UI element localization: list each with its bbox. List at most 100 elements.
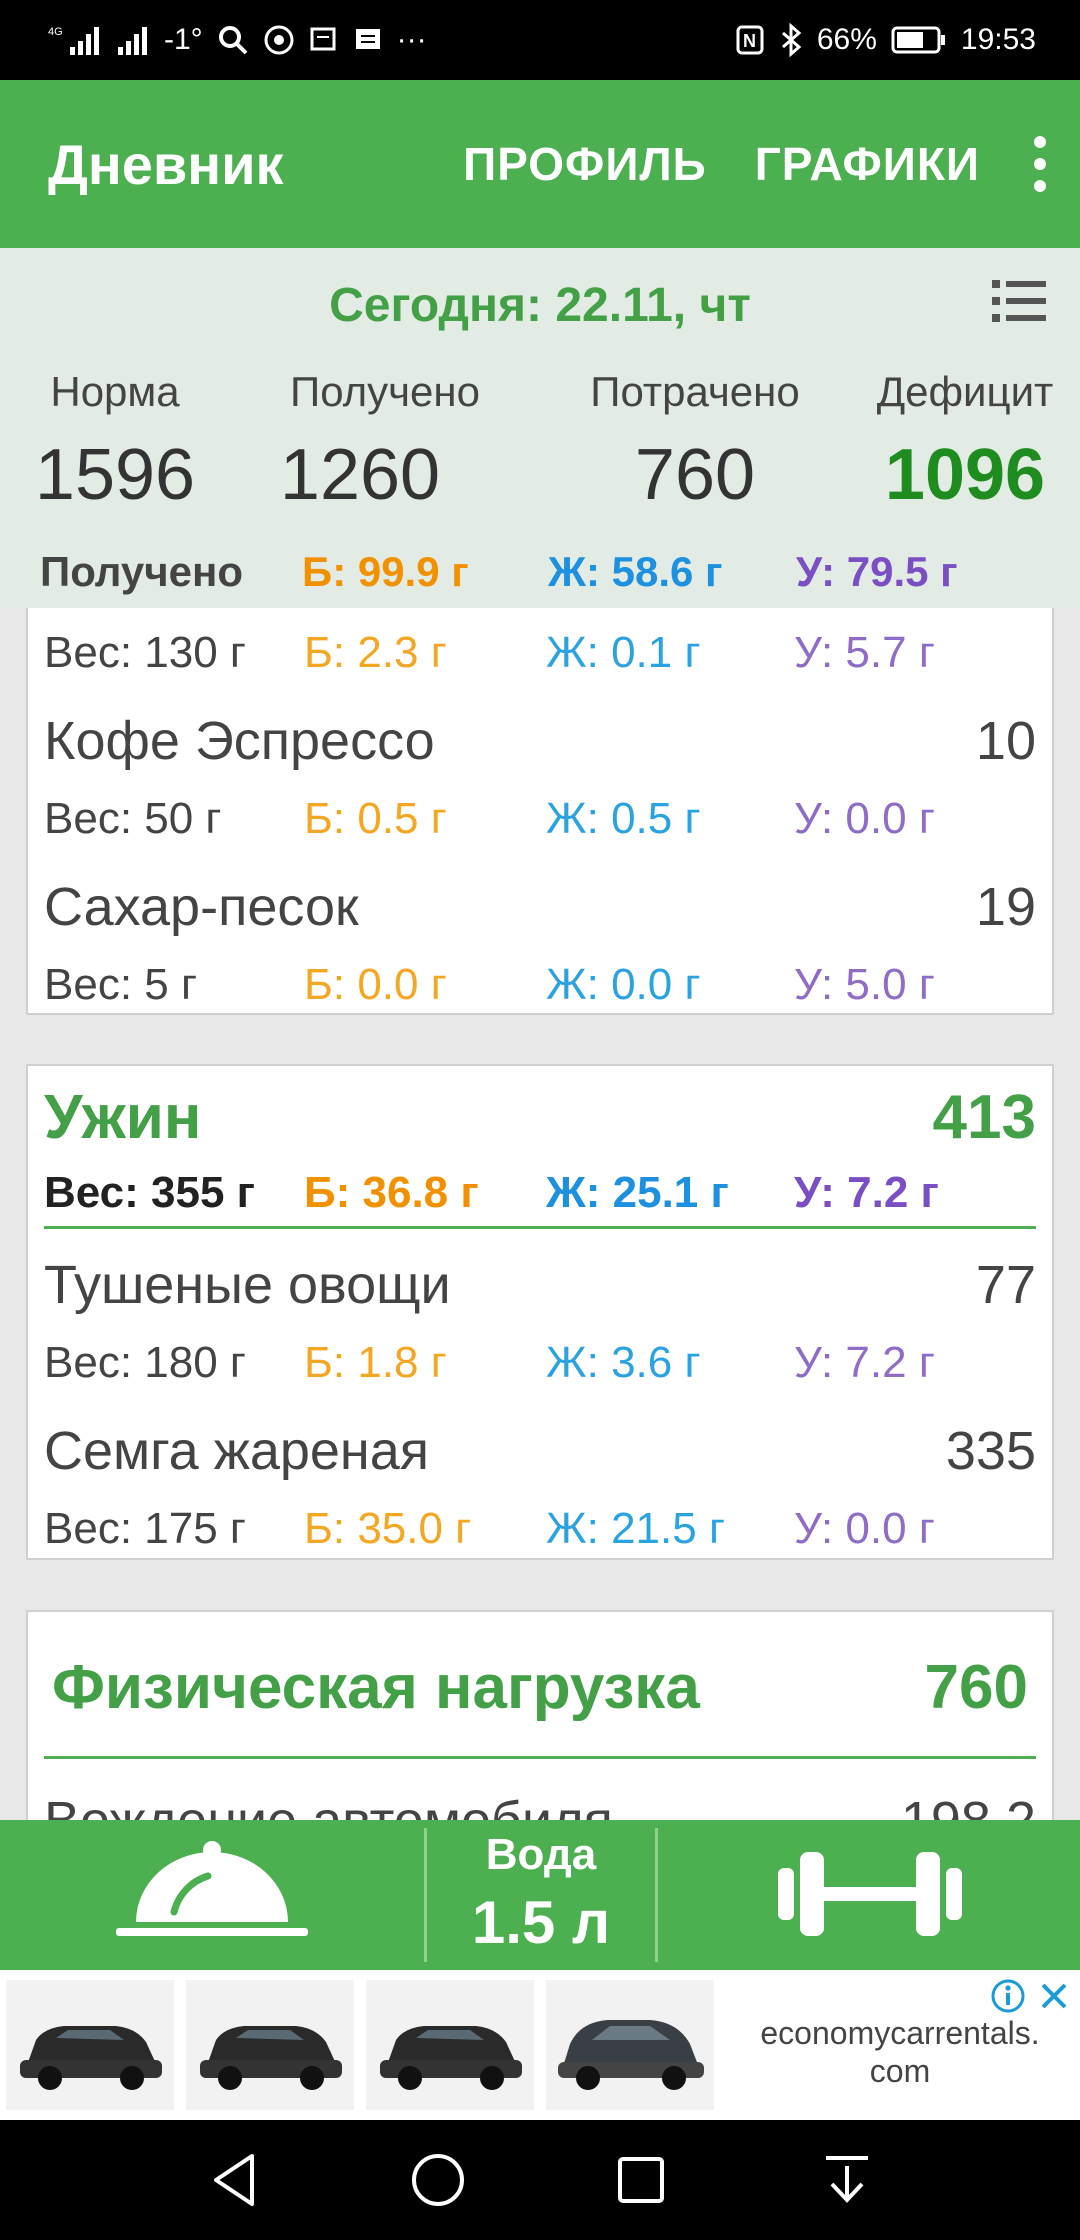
list-icon[interactable]: [992, 278, 1046, 324]
weight: Вес: 180 г: [44, 1338, 246, 1387]
ad-car-image[interactable]: [366, 1980, 534, 2110]
status-bar: 4G -1° ··· N 66% 19:53: [0, 0, 1080, 80]
macros-label: Получено: [40, 548, 244, 595]
recents-icon[interactable]: [616, 2155, 666, 2205]
profile-menu[interactable]: ПРОФИЛЬ: [463, 137, 707, 191]
car-icon: [20, 2026, 162, 2090]
stat-received: Получено 1260: [270, 368, 500, 516]
weight: Вес: 175 г: [44, 1504, 246, 1553]
stat-label: Потрачено: [590, 368, 800, 415]
stat-spent: Потрачено 760: [570, 368, 820, 516]
status-right: N 66% 19:53: [735, 23, 1036, 57]
food-name[interactable]: Сахар-песок: [44, 876, 359, 938]
car-icon: [200, 2026, 342, 2090]
food-macros: Вес: 175 г Б: 35.0 г Ж: 21.5 г У: 0.0 г: [44, 1504, 935, 1554]
activity-title[interactable]: Физическая нагрузка: [52, 1652, 700, 1723]
car-icon: [558, 2020, 704, 2090]
fat: Ж: 21.5 г: [546, 1504, 725, 1553]
protein: Б: 0.5 г: [304, 794, 447, 843]
carbs-total: У: 79.5 г: [796, 548, 958, 595]
meal-total: 413: [932, 1083, 1036, 1152]
food-calories: 335: [945, 1421, 1036, 1481]
stat-value: 760: [634, 435, 756, 515]
food-name[interactable]: Тушеные овощи: [44, 1254, 451, 1316]
bluetooth-icon: [781, 23, 802, 57]
fat: Ж: 3.6 г: [546, 1338, 701, 1387]
food-name[interactable]: Кофе Эспрессо: [44, 710, 435, 772]
carbs: У: 5.0 г: [794, 960, 935, 1009]
date-title[interactable]: Сегодня: 22.11, чт: [0, 278, 1080, 333]
weight: Вес: 355 г: [44, 1168, 255, 1217]
activity-card: Физическая нагрузка 760 Вождение автомоб…: [26, 1610, 1054, 1840]
overflow-menu-icon[interactable]: [1030, 136, 1050, 192]
water-button[interactable]: Вода 1.5 л: [427, 1820, 655, 1970]
status-left: 4G -1° ···: [48, 23, 427, 57]
food-calories: 77: [975, 1255, 1036, 1315]
signal-icon: 4G: [48, 26, 99, 55]
app-title: Дневник: [48, 132, 284, 196]
ad-banner[interactable]: economycarrentals. com: [0, 1970, 1080, 2120]
ad-info-icon[interactable]: [990, 1978, 1026, 2014]
meal-title[interactable]: Ужин: [44, 1082, 201, 1153]
protein: Б: 35.0 г: [304, 1504, 472, 1553]
signal-icon-2: [118, 27, 147, 55]
water-value: 1.5 л: [471, 1889, 611, 1956]
carbs: У: 0.0 г: [794, 794, 935, 843]
ad-text-line1: economycarrentals.: [760, 2015, 1040, 2051]
activity-total: 760: [924, 1653, 1028, 1722]
stat-label: Получено: [290, 368, 480, 415]
food-macros: Вес: 180 г Б: 1.8 г Ж: 3.6 г У: 7.2 г: [44, 1338, 935, 1388]
add-food-button[interactable]: [0, 1820, 424, 1970]
food-cloche-icon: [116, 1841, 308, 1936]
food-macros: Вес: 5 г Б: 0.0 г Ж: 0.0 г У: 5.0 г: [44, 960, 935, 1010]
dinner-card: Ужин 413 Вес: 355 г Б: 36.8 г Ж: 25.1 г …: [26, 1064, 1054, 1560]
fat: Ж: 0.5 г: [546, 794, 701, 843]
carbs: У: 5.7 г: [794, 628, 935, 677]
fat-total: Ж: 58.6 г: [548, 548, 723, 595]
food-macros: Вес: 50 г Б: 0.5 г Ж: 0.5 г У: 0.0 г: [44, 794, 935, 844]
ad-car-image[interactable]: [186, 1980, 354, 2110]
weight: Вес: 50 г: [44, 794, 222, 843]
stat-label: Дефицит: [876, 368, 1054, 415]
carbs: У: 7.2 г: [794, 1168, 939, 1217]
back-icon[interactable]: [210, 2152, 260, 2208]
ad-car-image[interactable]: [6, 1980, 174, 2110]
svg-text:N: N: [743, 31, 756, 51]
svg-text:4G: 4G: [48, 26, 63, 38]
food-item-partial[interactable]: Вес: 130 г Б: 2.3 г Ж: 0.1 г У: 5.7 г: [44, 628, 935, 678]
charts-menu[interactable]: ГРАФИКИ: [755, 137, 980, 191]
food-calories: 19: [975, 877, 1036, 937]
stat-value: 1260: [279, 435, 441, 515]
food-name[interactable]: Семга жареная: [44, 1420, 429, 1482]
app-bar: Дневник ПРОФИЛЬ ГРАФИКИ: [0, 80, 1080, 248]
stat-label: Норма: [50, 368, 180, 415]
bottom-action-bar: Вода 1.5 л: [0, 1820, 1080, 1970]
ad-close-icon[interactable]: [1038, 1980, 1070, 2012]
ad-text-line2: com: [869, 2053, 931, 2089]
weight: Вес: 130 г: [44, 628, 246, 677]
dumbbell-icon: [778, 1852, 962, 1936]
notification-drawer-icon[interactable]: [822, 2152, 872, 2208]
protein: Б: 0.0 г: [304, 960, 447, 1009]
meal-macros: Вес: 355 г Б: 36.8 г Ж: 25.1 г У: 7.2 г: [44, 1168, 939, 1218]
ad-text[interactable]: economycarrentals. com: [720, 2014, 1080, 2090]
protein: Б: 2.3 г: [304, 628, 447, 677]
fat: Ж: 0.0 г: [546, 960, 701, 1009]
search-icon: [218, 26, 248, 55]
car-icon: [380, 2026, 522, 2090]
home-icon[interactable]: [410, 2152, 466, 2208]
notification-icon: [310, 27, 336, 51]
divider: [44, 1226, 1036, 1229]
weight: Вес: 5 г: [44, 960, 198, 1009]
protein-total: Б: 99.9 г: [302, 548, 469, 595]
stat-value: 1096: [884, 435, 1046, 515]
ad-car-image[interactable]: [546, 1980, 714, 2110]
more-notifications: ···: [396, 23, 427, 56]
stat-value: 1596: [34, 435, 196, 515]
clock: 19:53: [960, 23, 1036, 56]
stat-deficit: Дефицит 1096: [860, 368, 1070, 516]
add-activity-button[interactable]: [658, 1820, 1080, 1970]
daily-summary: Сегодня: 22.11, чт Норма 1596 Получено 1…: [0, 248, 1080, 608]
battery-percent: 66%: [816, 23, 877, 56]
carbs: У: 7.2 г: [794, 1338, 935, 1387]
